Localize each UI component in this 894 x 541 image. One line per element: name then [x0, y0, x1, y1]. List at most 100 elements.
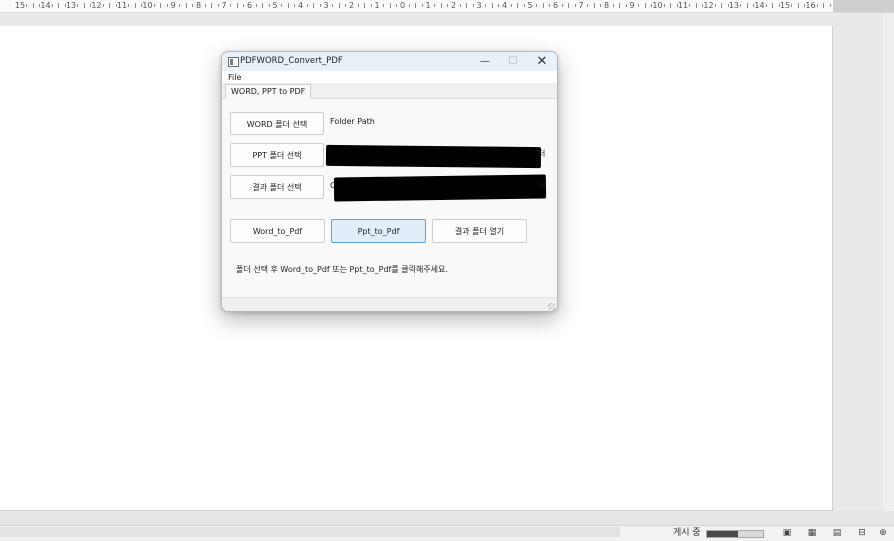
- ruler-number: 14: [754, 1, 765, 10]
- ruler-tick: [421, 4, 423, 7]
- ruler-tick: [536, 4, 538, 7]
- ruler-tick: [243, 4, 245, 7]
- vertical-scrollbar[interactable]: [883, 14, 894, 514]
- open-result-folder-button[interactable]: 결과 폴더 열기: [432, 219, 527, 243]
- title-bar[interactable]: PDFWORD_Convert_PDF — ☐ ✕: [222, 52, 557, 71]
- ruler-tick: [663, 4, 665, 7]
- ruler-number: 6: [246, 1, 253, 10]
- ruler-tick: [281, 4, 283, 7]
- ruler-tick: [77, 4, 79, 7]
- ruler-tick: [415, 3, 417, 8]
- ruler-tick: [587, 4, 589, 7]
- horizontal-ruler[interactable]: 15 14 13 12 11 10 9 8 7 6 5 4 3 2 1 0 1 2 3 4 5 6 7 8 9 10 11 12 13 1…: [0, 0, 894, 13]
- ruler-tick: [491, 3, 493, 8]
- close-button[interactable]: ✕: [528, 52, 556, 71]
- zoom-icon[interactable]: ⊕: [876, 527, 890, 539]
- ppt-to-pdf-button[interactable]: Ppt_to_Pdf: [331, 219, 426, 243]
- ruler-tick: [408, 4, 410, 7]
- ruler-number: 9: [170, 1, 176, 10]
- ruler-number: 7: [578, 1, 584, 10]
- ruler-tick: [109, 3, 111, 8]
- ruler-tick: [51, 4, 53, 7]
- word-folder-path: Folder Path: [330, 117, 375, 126]
- ruler-tick: [153, 4, 155, 7]
- view-focus-icon[interactable]: ⊟: [855, 527, 869, 539]
- ruler-tick: [370, 4, 372, 7]
- ruler-number: 5: [272, 1, 278, 10]
- ruler-tick: [179, 4, 181, 7]
- maximize-button[interactable]: ☐: [499, 52, 527, 71]
- view-web-layout-icon[interactable]: ▤: [830, 527, 844, 539]
- ruler-tick: [364, 3, 366, 8]
- ruler-tick: [357, 4, 359, 7]
- horizontal-scrollbar[interactable]: [0, 527, 620, 537]
- tab-strip: WORD, PPT to PDF: [222, 83, 557, 99]
- tab-content: WORD 폴더 선택 Folder Path PPT 폴더 선택 C 더 결과 …: [222, 99, 557, 297]
- ruler-number: 11: [116, 1, 128, 10]
- progress-fill: [707, 531, 738, 537]
- ruler-tick: [600, 4, 602, 7]
- ruler-tick: [625, 4, 627, 7]
- tab-word-ppt-to-pdf[interactable]: WORD, PPT to PDF: [225, 84, 312, 99]
- ruler-tick: [523, 4, 525, 7]
- minimize-button[interactable]: —: [471, 52, 499, 71]
- resize-grip-icon[interactable]: [548, 303, 555, 310]
- ruler-number: 8: [603, 1, 610, 10]
- view-print-layout-icon[interactable]: ▦: [805, 527, 819, 539]
- ruler-tick: [542, 3, 544, 8]
- ruler-tick: [345, 4, 347, 7]
- ruler-number: 15: [14, 1, 26, 10]
- ruler-number: 13: [728, 1, 740, 10]
- select-ppt-folder-button[interactable]: PPT 폴더 선택: [230, 143, 324, 167]
- ruler-number: 12: [703, 1, 714, 10]
- ruler-tick: [517, 3, 519, 8]
- ruler-tick: [791, 4, 793, 7]
- ruler-tick: [211, 3, 213, 8]
- ruler-tick: [204, 4, 206, 7]
- menu-file[interactable]: File: [228, 72, 241, 83]
- ruler-number: 11: [677, 1, 689, 10]
- ruler-tick: [574, 4, 576, 7]
- progress-bar: [706, 530, 764, 538]
- ruler-number: 13: [65, 1, 77, 10]
- select-result-folder-button[interactable]: 결과 폴더 선택: [230, 175, 324, 199]
- ruler-number: 4: [297, 1, 304, 10]
- ruler-tick: [287, 3, 289, 8]
- status-bar: 게시 중 ▣ ▦ ▤ ⊟ ⊕: [0, 525, 894, 541]
- select-word-folder-button[interactable]: WORD 폴더 선택: [230, 112, 324, 135]
- ruler-tick: [593, 3, 595, 8]
- ruler-tick: [612, 4, 614, 7]
- ruler-tick: [498, 4, 500, 7]
- ruler-tick: [319, 4, 321, 7]
- ruler-tick: [440, 3, 442, 8]
- pdf-convert-window: PDFWORD_Convert_PDF — ☐ ✕ File WORD, PPT…: [221, 51, 558, 312]
- ppt-folder-path-redaction: [325, 144, 542, 169]
- ruler-tick: [689, 4, 691, 7]
- ruler-tick: [638, 4, 640, 7]
- ruler-number: 14: [40, 1, 51, 10]
- ruler-number: 6: [552, 1, 559, 10]
- ruler-tick: [262, 3, 264, 8]
- ruler-tick: [816, 4, 818, 7]
- ruler-number: 16: [805, 1, 816, 10]
- view-read-mode-icon[interactable]: ▣: [780, 527, 794, 539]
- window-title: PDFWORD_Convert_PDF: [240, 56, 343, 66]
- ruler-tick: [185, 3, 187, 8]
- ruler-tick: [740, 4, 742, 7]
- ruler-tick: [472, 4, 474, 7]
- ruler-tick: [765, 4, 767, 7]
- ruler-tick: [721, 3, 723, 8]
- ruler-tick: [644, 3, 646, 8]
- ruler-number: 10: [142, 1, 153, 10]
- ruler-tick: [236, 3, 238, 8]
- ruler-tick: [772, 3, 774, 8]
- ruler-number: 9: [629, 1, 635, 10]
- ruler-number: 4: [501, 1, 508, 10]
- ruler-tick: [823, 3, 825, 8]
- word-to-pdf-button[interactable]: Word_to_Pdf: [230, 219, 325, 243]
- ruler-tick: [166, 4, 168, 7]
- ruler-number: 12: [91, 1, 102, 10]
- ruler-tick: [230, 4, 232, 7]
- ruler-tick: [332, 4, 334, 7]
- result-folder-path-redaction: [333, 174, 547, 202]
